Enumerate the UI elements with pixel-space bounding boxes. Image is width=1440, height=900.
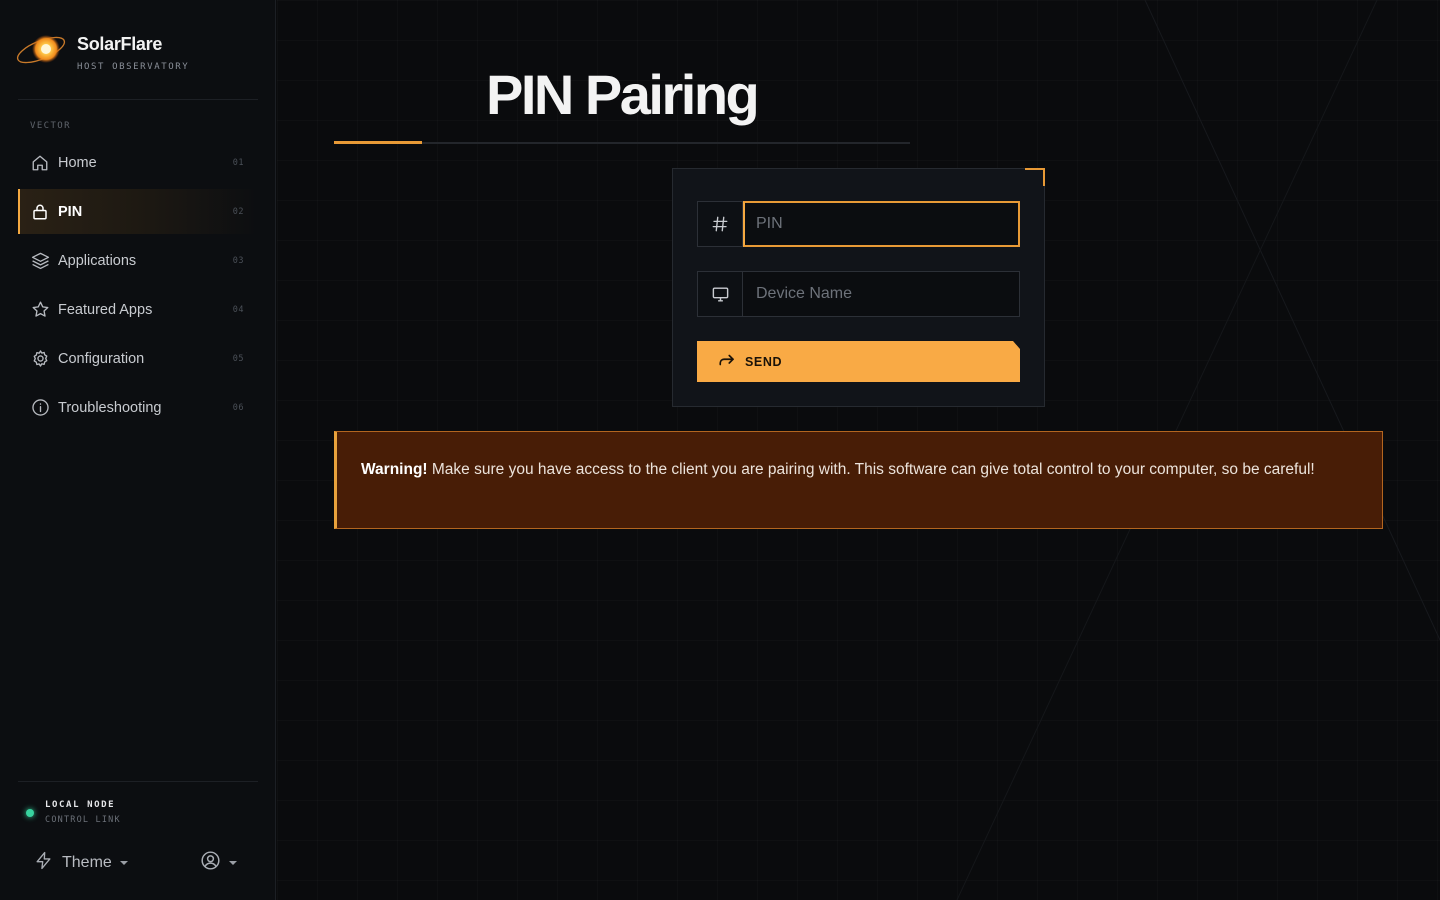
sidebar: SolarFlare HOST OBSERVATORY VECTOR Home … [0, 0, 276, 900]
sidebar-item-index: 06 [232, 402, 244, 413]
sidebar-nav: Home 01 PIN 02 Applications 03 Featured … [18, 140, 258, 434]
sidebar-item-label: PIN [58, 203, 83, 220]
sidebar-item-home[interactable]: Home 01 [18, 140, 258, 185]
sidebar-item-index: 05 [232, 353, 244, 364]
corner-accent [1025, 168, 1045, 186]
node-status: LOCAL NODE CONTROL LINK [26, 800, 121, 825]
hash-icon [697, 201, 743, 247]
lock-icon [30, 202, 50, 222]
brand[interactable]: SolarFlare HOST OBSERVATORY [14, 28, 189, 72]
warning-text: Make sure you have access to the client … [427, 461, 1315, 478]
warning-strong: Warning! [361, 461, 428, 478]
forward-arrow-icon [718, 353, 736, 370]
pin-pairing-form: SEND [672, 168, 1045, 407]
device-name-input[interactable] [743, 271, 1020, 317]
sidebar-item-configuration[interactable]: Configuration 05 [18, 336, 258, 381]
user-circle-icon [200, 850, 221, 876]
star-icon [30, 300, 50, 320]
sidebar-item-featured-apps[interactable]: Featured Apps 04 [18, 287, 258, 332]
theme-label: Theme [62, 854, 112, 871]
brand-name: SolarFlare [77, 34, 163, 54]
home-icon [30, 153, 50, 173]
lightning-icon [34, 850, 53, 876]
sidebar-item-index: 02 [232, 206, 244, 217]
sidebar-divider [18, 781, 258, 782]
sidebar-item-pin[interactable]: PIN 02 [18, 189, 258, 234]
warning-alert: Warning! Make sure you have access to th… [334, 431, 1383, 529]
sun-logo-icon [14, 28, 70, 72]
send-button[interactable]: SEND [697, 341, 1020, 382]
send-label: SEND [745, 354, 783, 369]
pin-input[interactable] [743, 201, 1020, 247]
sidebar-item-troubleshooting[interactable]: Troubleshooting 06 [18, 385, 258, 430]
sidebar-item-label: Troubleshooting [58, 399, 162, 416]
sidebar-item-label: Home [58, 154, 97, 171]
sidebar-item-label: Applications [58, 252, 137, 269]
sidebar-item-index: 04 [232, 304, 244, 315]
layers-icon [30, 251, 50, 271]
title-underline-accent [334, 141, 422, 144]
info-icon [30, 398, 50, 418]
page-title: PIN Pairing [486, 63, 760, 126]
gear-icon [30, 349, 50, 369]
sidebar-item-label: Featured Apps [58, 301, 153, 318]
account-button[interactable] [200, 850, 237, 876]
monitor-icon [697, 271, 743, 317]
chevron-down-icon [119, 861, 128, 865]
device-name-field [697, 271, 1020, 317]
nav-section-label: VECTOR [30, 121, 71, 131]
node-status-subtitle: CONTROL LINK [45, 815, 121, 825]
main-content: PIN Pairing SEND Warning! Make sure you … [277, 0, 1440, 900]
chevron-down-icon [229, 861, 237, 865]
sidebar-item-index: 01 [232, 157, 244, 168]
pin-field [697, 201, 1020, 247]
sidebar-item-applications[interactable]: Applications 03 [18, 238, 258, 283]
sidebar-item-index: 03 [232, 255, 244, 266]
sidebar-item-label: Configuration [58, 350, 145, 367]
node-status-title: LOCAL NODE [45, 800, 116, 810]
status-dot [26, 809, 34, 817]
theme-button[interactable]: Theme [34, 850, 128, 876]
brand-subtitle: HOST OBSERVATORY [77, 62, 190, 72]
sidebar-divider [18, 99, 258, 100]
